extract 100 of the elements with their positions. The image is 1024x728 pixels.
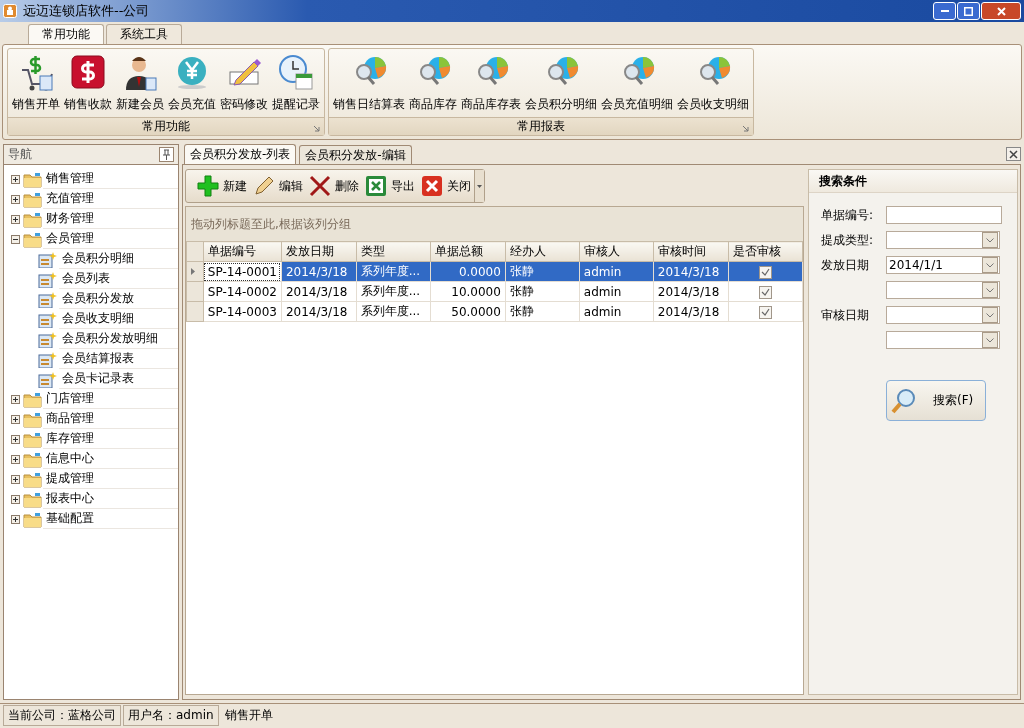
folder-icon [23,510,42,528]
table-cell: 50.0000 [431,301,506,322]
toolbar-button[interactable]: 导出 [362,175,418,197]
caret-icon [477,184,482,188]
expander-icon[interactable] [11,474,20,484]
close-button[interactable] [981,2,1021,20]
close-tab-button[interactable] [1006,147,1021,161]
document-tab[interactable]: 会员积分发放-编辑 [299,145,412,164]
dropdown-field[interactable] [886,231,1000,249]
tree-item[interactable]: 商品管理 [43,409,178,429]
ribbon-button[interactable]: 销售日结算表 [331,51,407,117]
column-header[interactable]: 单据总额 [431,241,506,262]
toolbar-button[interactable]: 编辑 [250,175,306,197]
tree-item[interactable]: 会员积分发放 [59,289,178,309]
expander-icon[interactable] [11,194,20,204]
document-tab[interactable]: 会员积分发放-列表 [184,144,297,164]
ribbon-button[interactable]: 新建会员 [114,51,166,117]
tree-item[interactable]: 会员列表 [59,269,178,289]
ribbon-button[interactable]: 会员充值 [166,51,218,117]
search-button[interactable]: 搜索(F) [886,380,986,421]
expander-icon[interactable] [11,514,20,524]
expander-icon[interactable] [11,414,20,424]
tree-item[interactable]: 会员收支明细 [59,309,178,329]
clock-calendar-icon [278,54,314,92]
ribbon-button[interactable]: 销售收款 [62,51,114,117]
column-header[interactable]: 经办人 [505,241,580,262]
tree-item[interactable]: 报表中心 [43,489,178,509]
checkmark-icon [760,308,770,316]
ribbon-button[interactable]: 会员收支明细 [675,51,751,117]
input-field[interactable] [886,206,1002,224]
toolbar-button[interactable]: 关闭 [418,175,474,197]
tree-item[interactable]: 会员积分发放明细 [59,329,178,349]
column-header[interactable]: 是否审核 [728,241,803,262]
checkbox[interactable] [758,305,772,319]
ribbon-button[interactable]: 密码修改 [218,51,270,117]
folder-icon [23,490,42,508]
chevron-down-icon [986,337,994,343]
tree-item[interactable]: 销售管理 [43,169,178,189]
ribbon-tab[interactable]: 常用功能 [28,24,104,44]
tree-item[interactable]: 会员卡记录表 [59,369,178,389]
group-title: 常用功能 [142,118,190,135]
checkbox[interactable] [758,285,772,299]
expander-icon[interactable] [11,214,20,224]
table-row[interactable]: SP-14-0002 2014/3/18 系列年度... 10.0000 张静 admin 2014/3/18 [186,281,803,302]
maximize-button[interactable] [957,2,980,20]
ribbon-button[interactable]: 提醒记录 [270,51,322,117]
column-header[interactable]: 审核人 [579,241,654,262]
window-title: 远迈连锁店软件--公司 [23,2,150,20]
expander-icon[interactable] [11,234,20,244]
table-cell: 系列年度... [356,301,431,322]
tree-item[interactable]: 会员积分明细 [59,249,178,269]
tree-item[interactable]: 信息中心 [43,449,178,469]
tree-item[interactable]: 门店管理 [43,389,178,409]
chevron-down-icon [986,312,994,318]
toolbar-button[interactable]: 新建 [194,175,250,197]
column-header[interactable]: 单据编号 [203,241,282,262]
table-row[interactable]: SP-14-0001 2014/3/18 系列年度... 0.0000 张静 admin 2014/3/18 [186,261,803,282]
tree-item[interactable]: 基础配置 [43,509,178,529]
toolbar-button[interactable]: 删除 [306,175,362,197]
checkbox[interactable] [758,265,772,279]
column-header[interactable]: 审核时间 [653,241,729,262]
expander-icon[interactable] [11,174,20,184]
minimize-button[interactable] [933,2,956,20]
dropdown-field[interactable] [886,281,1000,299]
column-header[interactable]: 发放日期 [281,241,357,262]
table-row[interactable]: SP-14-0003 2014/3/18 系列年度... 50.0000 张静 admin 2014/3/18 [186,301,803,322]
ribbon-button[interactable]: 销售开单 [10,51,62,117]
pin-button[interactable] [159,147,174,162]
plus-icon [11,414,20,424]
plus-icon [11,194,20,204]
ribbon-button[interactable]: 商品库存表 [459,51,523,117]
toolbar-overflow-button[interactable] [474,170,484,202]
tree-item[interactable]: 库存管理 [43,429,178,449]
tree-item[interactable]: 提成管理 [43,469,178,489]
plus-icon [11,434,20,444]
dropdown-field[interactable] [886,331,1000,349]
field-label: 审核日期 [821,306,870,324]
dropdown-field[interactable] [886,306,1000,324]
expander-icon[interactable] [11,394,20,404]
maximize-icon [964,6,973,16]
ribbon-button[interactable]: 会员充值明细 [599,51,675,117]
ribbon-button[interactable]: 会员积分明细 [523,51,599,117]
chevron-down-icon [986,262,994,268]
document-icon [38,270,58,288]
tree-item[interactable]: 会员管理 [43,229,178,249]
table-cell: admin [579,301,654,322]
folder-icon [23,230,42,248]
dropdown-field[interactable]: 2014/1/1 [886,256,1000,274]
expander-icon[interactable] [11,494,20,504]
folder-icon [23,470,42,488]
tree-item[interactable]: 会员结算报表 [59,349,178,369]
expander-icon[interactable] [11,434,20,444]
tree-item[interactable]: 财务管理 [43,209,178,229]
ribbon-button[interactable]: 商品库存 [407,51,459,117]
checkmark-icon [760,288,770,296]
column-header[interactable]: 类型 [356,241,431,262]
expander-icon[interactable] [11,454,20,464]
plus-icon [11,394,20,404]
ribbon-tab[interactable]: 系统工具 [106,24,182,44]
tree-item[interactable]: 充值管理 [43,189,178,209]
